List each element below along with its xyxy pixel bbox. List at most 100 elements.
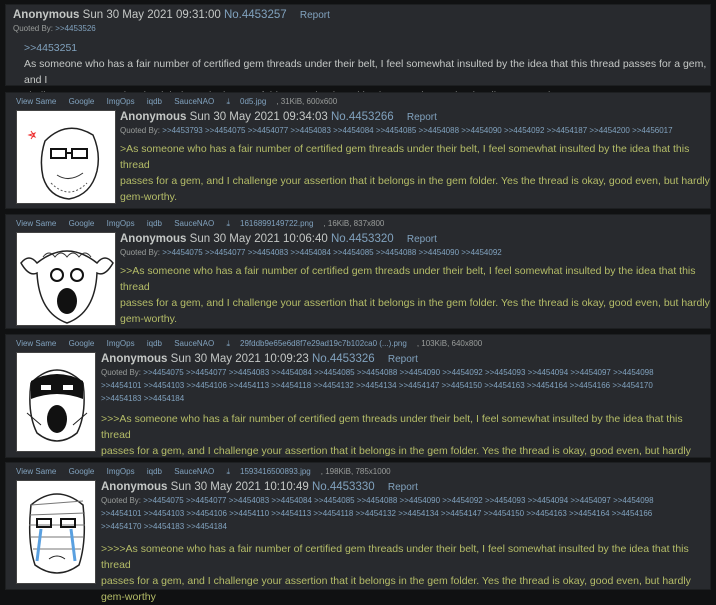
quoted-by-label: Quoted By: bbox=[120, 126, 161, 135]
quoted-by: Quoted By: >>4454075 >>4454077 >>4454083… bbox=[101, 366, 707, 405]
post-number-link[interactable]: No.4453257 bbox=[224, 9, 287, 21]
view-same-link[interactable]: View Same bbox=[16, 219, 56, 228]
report-button[interactable]: Report bbox=[388, 354, 418, 365]
saucenao-link[interactable]: SauceNAO bbox=[174, 219, 214, 228]
view-same-link[interactable]: View Same bbox=[16, 467, 56, 476]
reply-post: View Same Google ImgOps iqdb SauceNAO ⤓ 1… bbox=[5, 462, 711, 603]
post-date: Sun 30 May 2021 10:09:23 bbox=[170, 353, 309, 365]
poster-name: Anonymous bbox=[120, 233, 187, 245]
post-number-link[interactable]: No.4453266 bbox=[331, 111, 394, 123]
post-header: Anonymous Sun 30 May 2021 10:09:23 No.44… bbox=[101, 353, 418, 365]
quoted-by-label: Quoted By: bbox=[101, 368, 142, 377]
file-name-link[interactable]: 29fddb9e65e6d8f7e29ad19c7b102ca0 (...).p… bbox=[240, 339, 407, 348]
greentext-line: >>As someone who has a fair number of ce… bbox=[120, 265, 696, 293]
post-date: Sun 30 May 2021 09:31:00 bbox=[82, 9, 221, 21]
reply-post: View Same Google ImgOps iqdb SauceNAO ⤓ 2… bbox=[5, 334, 711, 489]
backlinks[interactable]: >>4454101 >>4454103 >>4454106 >>4454113 … bbox=[101, 379, 707, 392]
file-name-link[interactable]: 1593416500893.jpg bbox=[240, 467, 311, 476]
backlinks[interactable]: >>4454183 >>4454184 bbox=[101, 392, 707, 405]
google-link[interactable]: Google bbox=[69, 97, 95, 106]
file-info: , 198KiB, 785x1000 bbox=[320, 467, 391, 476]
report-button[interactable]: Report bbox=[300, 10, 330, 21]
backlinks[interactable]: >>4454075 >>4454077 >>4454083 >>4454084 … bbox=[143, 496, 653, 505]
post-header: Anonymous Sun 30 May 2021 10:06:40 No.44… bbox=[120, 233, 437, 245]
report-button[interactable]: Report bbox=[407, 112, 437, 123]
quote-link[interactable]: >>4453251 bbox=[24, 40, 708, 56]
backlinks[interactable]: >>4454170 >>4454183 >>4454184 bbox=[101, 520, 707, 533]
backlinks[interactable]: >>4454075 >>4454077 >>4454083 >>4454084 … bbox=[143, 368, 653, 377]
poster-name: Anonymous bbox=[101, 353, 168, 365]
poster-name: Anonymous bbox=[120, 111, 187, 123]
greentext-line: gem-worthy bbox=[101, 591, 156, 603]
post-message: >As someone who has a fair number of cer… bbox=[120, 141, 710, 205]
file-name-link[interactable]: 0d5.jpg bbox=[240, 97, 266, 106]
file-info: , 16KiB, 837x800 bbox=[323, 219, 385, 228]
image-search-links: View Same Google ImgOps iqdb SauceNAO ⤓ 0… bbox=[16, 97, 347, 107]
greentext-line: gem-worthy. bbox=[120, 313, 177, 325]
message-line: As someone who has a fair number of cert… bbox=[24, 58, 707, 86]
post-header: Anonymous Sun 30 May 2021 10:10:49 No.44… bbox=[101, 481, 418, 493]
image-search-links: View Same Google ImgOps iqdb SauceNAO ⤓ 1… bbox=[16, 219, 394, 229]
post-header: Anonymous Sun 30 May 2021 09:31:00 No.44… bbox=[13, 9, 330, 21]
report-button[interactable]: Report bbox=[388, 482, 418, 493]
google-link[interactable]: Google bbox=[69, 339, 95, 348]
sheep-soyjak-thumbnail[interactable] bbox=[16, 232, 116, 326]
backlinks[interactable]: >>4454101 >>4454103 >>4454106 >>4454110 … bbox=[101, 507, 707, 520]
saucenao-link[interactable]: SauceNAO bbox=[174, 467, 214, 476]
report-button[interactable]: Report bbox=[407, 234, 437, 245]
google-link[interactable]: Google bbox=[69, 219, 95, 228]
imgops-link[interactable]: ImgOps bbox=[107, 219, 135, 228]
view-same-link[interactable]: View Same bbox=[16, 339, 56, 348]
download-icon[interactable]: ⤓ bbox=[226, 219, 230, 228]
download-icon[interactable]: ⤓ bbox=[226, 339, 230, 348]
imgops-link[interactable]: ImgOps bbox=[107, 339, 135, 348]
greentext-line: passes for a gem, and I challenge your a… bbox=[120, 175, 710, 187]
quoted-by-label: Quoted By: bbox=[13, 24, 54, 33]
saucenao-link[interactable]: SauceNAO bbox=[174, 339, 214, 348]
greentext-line: passes for a gem, and I challenge your a… bbox=[101, 575, 691, 587]
image-search-links: View Same Google ImgOps iqdb SauceNAO ⤓ 2… bbox=[16, 339, 492, 349]
bandaged-crying-soyjak-thumbnail[interactable] bbox=[16, 480, 96, 584]
masked-soyjak-thumbnail[interactable] bbox=[16, 352, 96, 452]
saucenao-link[interactable]: SauceNAO bbox=[174, 97, 214, 106]
file-info: , 31KiB, 600x600 bbox=[276, 97, 338, 106]
imgops-link[interactable]: ImgOps bbox=[107, 97, 135, 106]
backlinks[interactable]: >>4453793 >>4454075 >>4454077 >>4454083 … bbox=[162, 126, 672, 135]
quoted-by: Quoted By: >>4453793 >>4454075 >>4454077… bbox=[120, 124, 708, 137]
post-number-link[interactable]: No.4453320 bbox=[331, 233, 394, 245]
post-date: Sun 30 May 2021 10:06:40 bbox=[189, 233, 328, 245]
download-icon[interactable]: ⤓ bbox=[226, 97, 230, 106]
imgops-link[interactable]: ImgOps bbox=[107, 467, 135, 476]
poster-name: Anonymous bbox=[13, 9, 80, 21]
reply-post: View Same Google ImgOps iqdb SauceNAO ⤓ 1… bbox=[5, 214, 711, 329]
iqdb-link[interactable]: iqdb bbox=[147, 97, 162, 106]
iqdb-link[interactable]: iqdb bbox=[147, 219, 162, 228]
op-post: Anonymous Sun 30 May 2021 09:31:00 No.44… bbox=[5, 4, 711, 102]
quoted-by: Quoted By: >>4453526 bbox=[13, 22, 96, 35]
post-number-link[interactable]: No.4453326 bbox=[312, 353, 375, 365]
greentext-line: >>>>As someone who has a fair number of … bbox=[101, 543, 689, 571]
post-date: Sun 30 May 2021 09:34:03 bbox=[189, 111, 328, 123]
view-same-link[interactable]: View Same bbox=[16, 97, 56, 106]
reply-post: View Same Google ImgOps iqdb SauceNAO ⤓ 0… bbox=[5, 92, 711, 209]
image-search-links: View Same Google ImgOps iqdb SauceNAO ⤓ 1… bbox=[16, 467, 401, 477]
poster-name: Anonymous bbox=[101, 481, 168, 493]
post-header: Anonymous Sun 30 May 2021 09:34:03 No.44… bbox=[120, 111, 437, 123]
backlinks[interactable]: >>4454075 >>4454077 >>4454083 >>4454084 … bbox=[162, 248, 501, 257]
google-link[interactable]: Google bbox=[69, 467, 95, 476]
download-icon[interactable]: ⤓ bbox=[226, 467, 230, 476]
file-name-link[interactable]: 1616899149722.png bbox=[240, 219, 313, 228]
post-number-link[interactable]: No.4453330 bbox=[312, 481, 375, 493]
iqdb-link[interactable]: iqdb bbox=[147, 467, 162, 476]
quoted-by: Quoted By: >>4454075 >>4454077 >>4454083… bbox=[101, 494, 707, 533]
greentext-line: passes for a gem, and I challenge your a… bbox=[120, 297, 710, 309]
quoted-by-label: Quoted By: bbox=[101, 496, 142, 505]
quoted-by: Quoted By: >>4454075 >>4454077 >>4454083… bbox=[120, 246, 708, 259]
backlink[interactable]: >>4453526 bbox=[55, 24, 96, 33]
post-message: >>As someone who has a fair number of ce… bbox=[120, 263, 710, 327]
soyjak-glasses-thumbnail[interactable] bbox=[16, 110, 116, 204]
post-message: >>>>As someone who has a fair number of … bbox=[101, 541, 709, 605]
greentext-line: >>>As someone who has a fair number of c… bbox=[101, 413, 683, 441]
iqdb-link[interactable]: iqdb bbox=[147, 339, 162, 348]
file-info: , 103KiB, 640x800 bbox=[416, 339, 483, 348]
